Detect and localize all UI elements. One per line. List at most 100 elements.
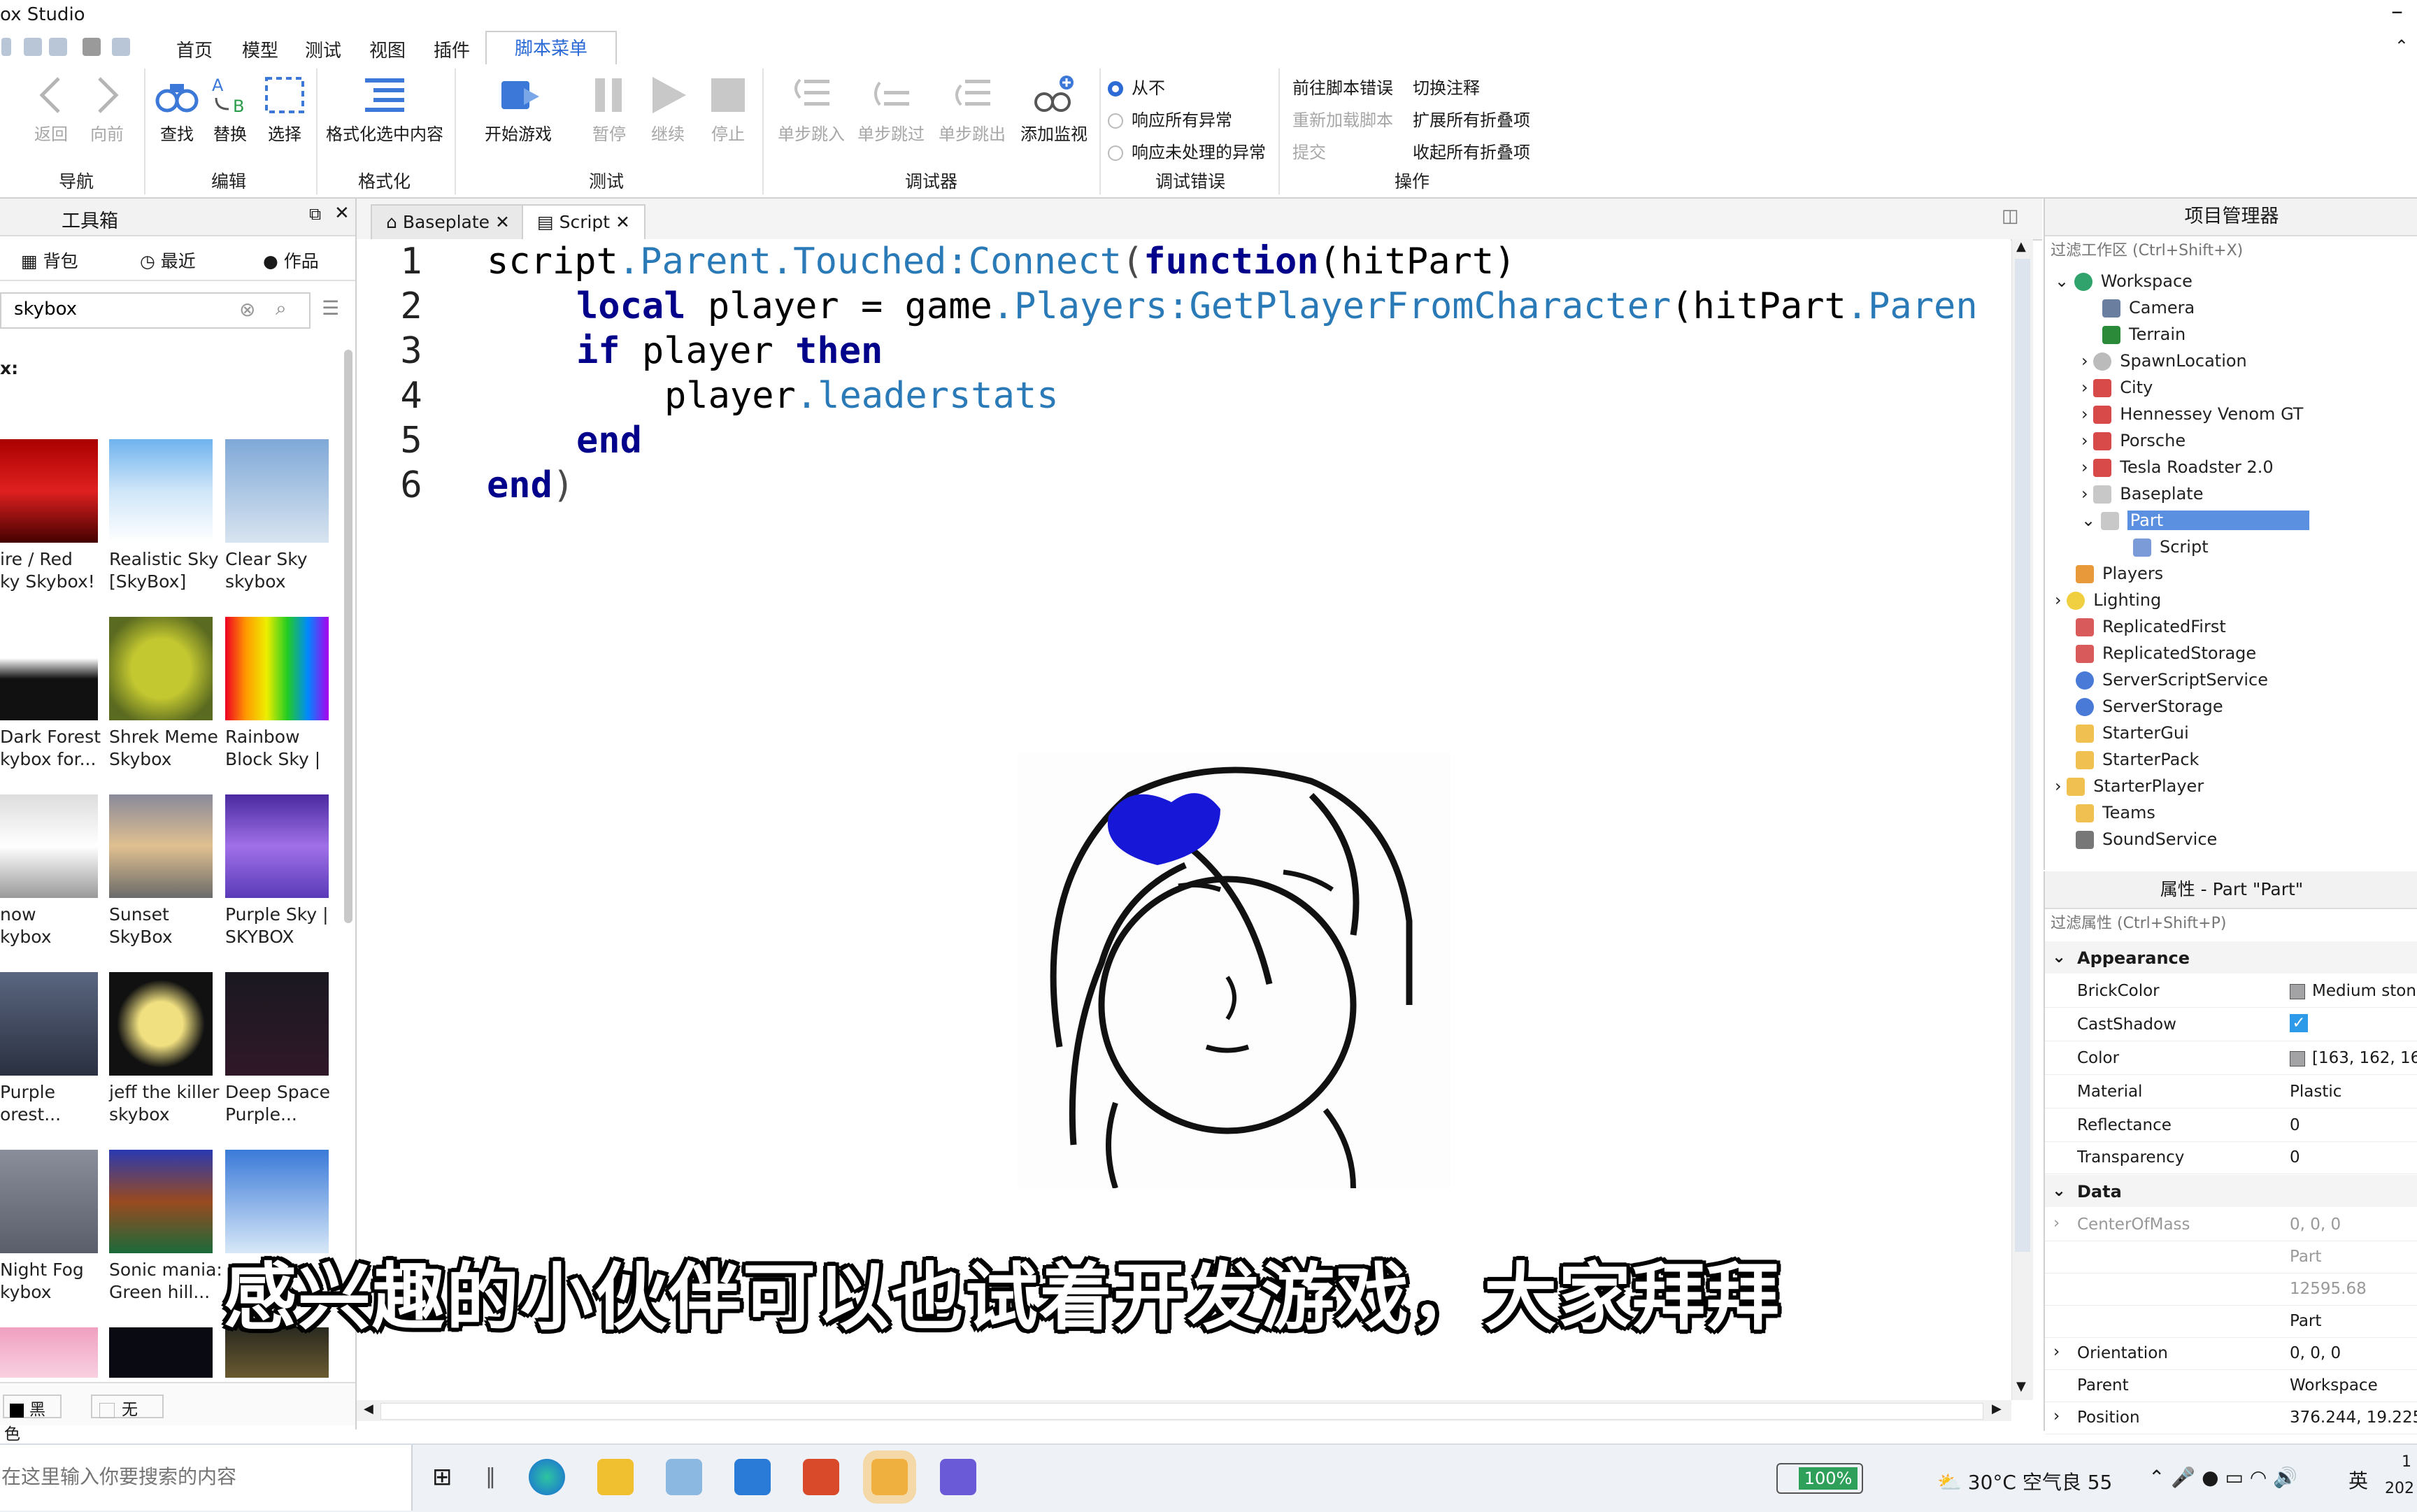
- skybox-thumbnail[interactable]: [109, 1150, 213, 1253]
- pause-button[interactable]: 暂停: [585, 74, 634, 145]
- step-into-button[interactable]: 单步跳入: [775, 74, 848, 145]
- binoculars-icon[interactable]: [112, 38, 130, 56]
- filter-icon[interactable]: ☰: [322, 297, 339, 320]
- split-view-icon[interactable]: ◫: [2002, 206, 2019, 227]
- radio-all-exceptions[interactable]: 响应所有异常: [1108, 106, 1232, 131]
- collapse-ribbon-icon[interactable]: ⌃: [2395, 36, 2409, 56]
- tree-item-baseplate[interactable]: › Baseplate: [2081, 484, 2203, 504]
- skybox-thumbnail[interactable]: [109, 617, 213, 720]
- close-tab-icon[interactable]: ✕: [495, 212, 510, 232]
- find-button[interactable]: 查找: [151, 74, 203, 145]
- clock-date[interactable]: 202: [2385, 1480, 2414, 1497]
- tree-item-replicatedstorage[interactable]: ReplicatedStorage: [2076, 643, 2256, 663]
- widgets-icon[interactable]: ‖: [485, 1464, 496, 1489]
- toggle-comment-button[interactable]: 切换注释: [1413, 74, 1480, 99]
- prop-reflectance[interactable]: Reflectance 0: [2045, 1109, 2417, 1142]
- prop-classname[interactable]: Part: [2045, 1241, 2417, 1274]
- skybox-thumbnail[interactable]: [0, 439, 98, 543]
- reload-script-button[interactable]: 重新加载脚本: [1292, 106, 1393, 131]
- powerpoint-icon[interactable]: [803, 1459, 839, 1495]
- tab-plugins[interactable]: 插件: [434, 36, 470, 62]
- skybox-thumbnail[interactable]: [109, 972, 213, 1076]
- tree-item-hennessey[interactable]: › Hennessey Venom GT: [2081, 404, 2303, 424]
- skybox-thumbnail[interactable]: [225, 972, 329, 1076]
- tree-item-starterplayer[interactable]: › StarterPlayer: [2055, 776, 2204, 796]
- skybox-thumbnail[interactable]: [0, 794, 98, 898]
- tree-item-players[interactable]: Players: [2076, 564, 2163, 583]
- search-icon[interactable]: ⌕: [276, 297, 287, 320]
- tree-item-camera[interactable]: Camera: [2102, 298, 2195, 318]
- stop-icon[interactable]: [83, 38, 101, 56]
- goto-script-error-button[interactable]: 前往脚本错误: [1292, 74, 1393, 99]
- dock-icon[interactable]: ⧉: [309, 204, 321, 224]
- battery-indicator[interactable]: 100%: [1776, 1463, 1863, 1494]
- commit-button[interactable]: 提交: [1292, 138, 1326, 163]
- scroll-right-icon[interactable]: ▶: [1992, 1402, 2002, 1416]
- checkbox-checked-icon[interactable]: ✓: [2290, 1014, 2308, 1032]
- tree-item-city[interactable]: › City: [2081, 378, 2153, 397]
- tree-item-spawnlocation[interactable]: › SpawnLocation: [2081, 351, 2247, 371]
- tree-item-lighting[interactable]: › Lighting: [2055, 590, 2161, 610]
- format-selection-button[interactable]: 格式化选中内容: [322, 74, 448, 145]
- tree-item-part[interactable]: ⌄ Part: [2081, 511, 2309, 530]
- prop-mass[interactable]: 12595.68: [2045, 1273, 2417, 1306]
- tree-item-tesla[interactable]: › Tesla Roadster 2.0: [2081, 457, 2274, 477]
- clock-time[interactable]: 1: [2402, 1453, 2411, 1471]
- forward-button[interactable]: 向前: [83, 74, 131, 145]
- prop-position[interactable]: ›Position376.244, 19.225, 5: [2045, 1402, 2417, 1434]
- scroll-up-icon[interactable]: ▲: [2016, 239, 2026, 254]
- tray-icons[interactable]: ⌃ 🎤 ● ▭ ◠ 🔊: [2148, 1466, 2297, 1489]
- section-data[interactable]: ⌄ Data: [2045, 1175, 2417, 1207]
- scrollbar-thumb[interactable]: [380, 1403, 1983, 1420]
- close-icon[interactable]: ✕: [334, 203, 350, 224]
- section-appearance[interactable]: ⌄ Appearance: [2045, 941, 2417, 973]
- app-icon[interactable]: [734, 1459, 771, 1495]
- step-out-button[interactable]: 单步跳出: [936, 74, 1008, 145]
- minimize-button[interactable]: –: [2391, 0, 2403, 25]
- editor-horizontal-scrollbar[interactable]: ◀ ▶: [357, 1400, 2011, 1421]
- tab-recent[interactable]: ◷ 最近: [140, 248, 196, 273]
- explorer-filter-input[interactable]: [2049, 238, 2416, 263]
- back-button[interactable]: 返回: [27, 74, 76, 145]
- skybox-thumbnail[interactable]: [0, 972, 98, 1076]
- background-black-option[interactable]: 黑色: [3, 1395, 62, 1443]
- skybox-thumbnail[interactable]: [109, 794, 213, 898]
- redo-icon[interactable]: [24, 38, 42, 56]
- stop-button[interactable]: 停止: [704, 74, 753, 145]
- tab-creations[interactable]: ● 作品: [263, 248, 319, 273]
- tree-item-soundservice[interactable]: SoundService: [2076, 829, 2217, 849]
- radio-never[interactable]: 从不: [1108, 74, 1165, 99]
- app-icon[interactable]: [940, 1459, 976, 1495]
- file-explorer-icon[interactable]: [597, 1459, 634, 1495]
- add-watch-button[interactable]: 添加监视: [1015, 74, 1092, 145]
- scroll-left-icon[interactable]: ◀: [364, 1402, 373, 1416]
- tree-item-workspace[interactable]: ⌄ Workspace: [2055, 271, 2193, 291]
- tree-item-script[interactable]: Script: [2133, 537, 2209, 557]
- skybox-thumbnail[interactable]: [0, 1327, 98, 1378]
- play-button[interactable]: 开始游戏: [480, 74, 557, 145]
- tree-item-terrain[interactable]: Terrain: [2102, 324, 2186, 344]
- tree-item-startergui[interactable]: StarterGui: [2076, 723, 2189, 743]
- skybox-thumbnail[interactable]: [0, 617, 98, 720]
- prop-name[interactable]: Part: [2045, 1305, 2417, 1338]
- tab-script-menu[interactable]: 脚本菜单: [485, 31, 618, 66]
- tree-item-teams[interactable]: Teams: [2076, 803, 2155, 822]
- radio-unhandled-exceptions[interactable]: 响应未处理的异常: [1108, 138, 1266, 163]
- scrollbar-thumb[interactable]: [2015, 259, 2030, 1252]
- weather-widget[interactable]: ⛅ 30°C 空气良 55: [1937, 1467, 2112, 1495]
- tab-home[interactable]: 首页: [176, 36, 213, 62]
- skybox-thumbnail[interactable]: [225, 439, 329, 543]
- taskbar-search-input[interactable]: [0, 1464, 394, 1489]
- prop-brickcolor[interactable]: BrickColor Medium stone: [2045, 975, 2417, 1008]
- properties-filter-input[interactable]: [2049, 911, 2416, 936]
- prop-color[interactable]: Color[163, 162, 165]: [2045, 1042, 2417, 1075]
- select-button[interactable]: 选择: [259, 74, 311, 145]
- prop-orientation[interactable]: › Orientation 0, 0, 0: [2045, 1337, 2417, 1370]
- tree-item-porsche[interactable]: › Porsche: [2081, 431, 2186, 450]
- skybox-thumbnail[interactable]: [225, 794, 329, 898]
- tab-inventory[interactable]: ▦ 背包: [21, 248, 78, 273]
- background-none-option[interactable]: 无: [91, 1395, 164, 1419]
- tree-item-replicatedfirst[interactable]: ReplicatedFirst: [2076, 617, 2226, 636]
- roblox-studio-icon[interactable]: [871, 1459, 908, 1495]
- editor-vertical-scrollbar[interactable]: ▲ ▼: [2011, 239, 2033, 1400]
